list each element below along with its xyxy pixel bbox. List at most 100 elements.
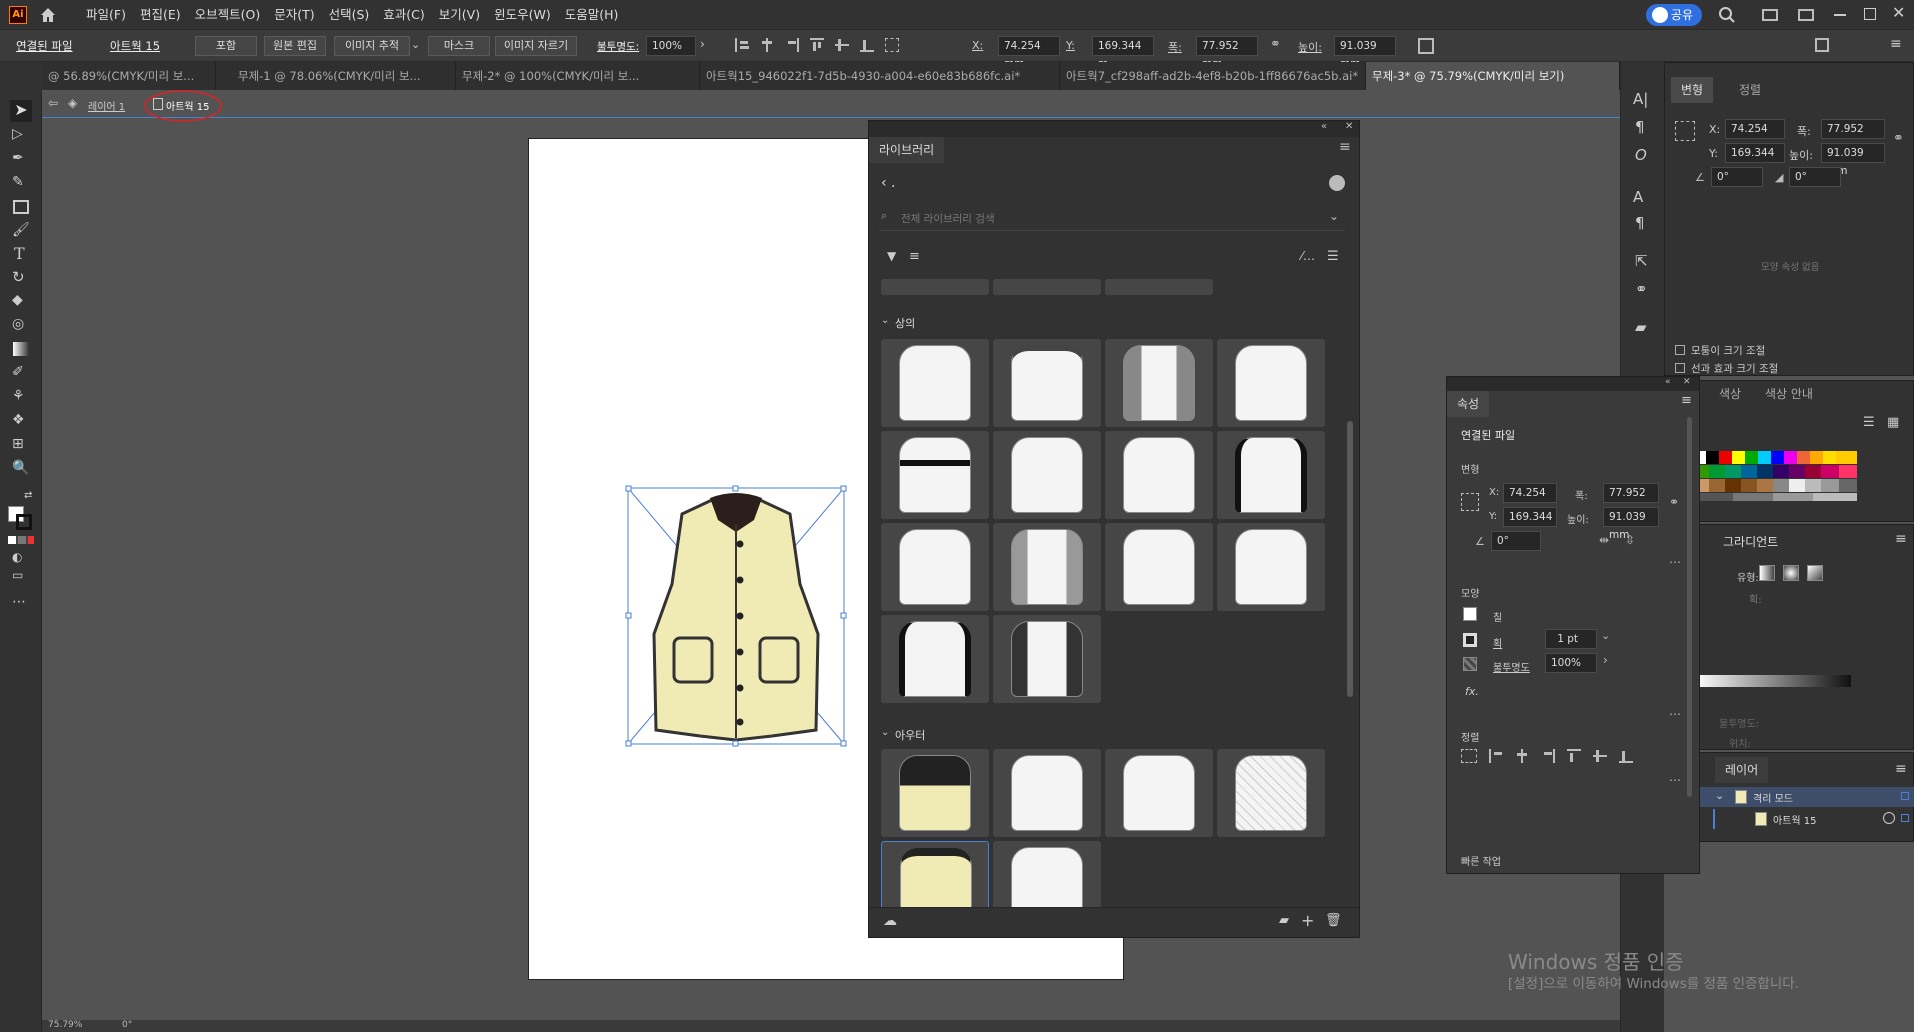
- type-tool-icon[interactable]: T: [14, 244, 25, 263]
- target-icon[interactable]: [1883, 812, 1895, 824]
- transform-w-field[interactable]: 77.952 mm: [1821, 119, 1885, 153]
- tab-color-guide[interactable]: 색상 안내: [1755, 381, 1823, 407]
- props-y-field[interactable]: 169.344 m: [1503, 507, 1557, 541]
- props-scrollbar[interactable]: [1687, 417, 1692, 797]
- library-item[interactable]: [993, 279, 1101, 295]
- linear-gradient-icon[interactable]: [1759, 565, 1775, 581]
- eyedropper-tool-icon[interactable]: ✐: [12, 364, 24, 380]
- collapse-icon[interactable]: «: [1665, 377, 1671, 387]
- gradient-tool-icon[interactable]: [13, 342, 29, 356]
- menu-view[interactable]: 보기(V): [439, 0, 480, 30]
- align-left-icon[interactable]: [1489, 749, 1503, 763]
- scale-strokes-checkbox[interactable]: [1675, 363, 1685, 373]
- stroke-swatch-icon[interactable]: [1463, 633, 1477, 647]
- library-item-outer[interactable]: [993, 749, 1101, 837]
- library-item-top[interactable]: [993, 523, 1101, 611]
- folder-icon[interactable]: ▰: [1279, 913, 1289, 928]
- add-icon[interactable]: +: [1301, 911, 1314, 930]
- tab-layers[interactable]: 레이어: [1715, 757, 1769, 783]
- library-item-top[interactable]: [1217, 431, 1325, 519]
- restore-icon[interactable]: [1864, 8, 1876, 20]
- tab-doc-5[interactable]: 아트웍7_cf298aff-ad2b-4ef8-b20b-1ff86676ac5…: [1060, 62, 1366, 90]
- align-middle-icon[interactable]: [1593, 749, 1607, 763]
- image-trace-button[interactable]: 이미지 추적: [334, 36, 410, 56]
- fill-swatch-icon[interactable]: [1463, 607, 1477, 621]
- share-button[interactable]: 공유: [1646, 4, 1702, 26]
- w-field[interactable]: 77.952 mm: [1196, 36, 1258, 70]
- swap-fill-stroke-icon[interactable]: ⇄: [24, 490, 32, 501]
- section-tops-label[interactable]: 상의: [895, 315, 915, 331]
- rectangle-tool-icon[interactable]: [13, 200, 29, 214]
- crop-image-button[interactable]: 이미지 자르기: [495, 36, 577, 56]
- comments-icon[interactable]: ▰: [1635, 318, 1647, 336]
- home-icon[interactable]: [38, 5, 58, 25]
- library-close-icon[interactable]: ✕: [1345, 121, 1353, 132]
- constrain-icon[interactable]: ⚭: [1893, 131, 1904, 146]
- section-outer-label[interactable]: 아우터: [895, 727, 925, 743]
- props-menu-icon[interactable]: ≡: [1681, 393, 1692, 408]
- grid-view-icon[interactable]: ▦: [1887, 415, 1899, 430]
- ref-point-icon[interactable]: [1461, 493, 1479, 511]
- radial-gradient-icon[interactable]: [1783, 565, 1799, 581]
- align-bottom-icon[interactable]: [860, 38, 874, 52]
- curvature-tool-icon[interactable]: ✎: [12, 174, 24, 190]
- stroke-swatch-icon[interactable]: [16, 514, 32, 530]
- symbol-sprayer-tool-icon[interactable]: ❖: [12, 412, 25, 428]
- gradient-menu-icon[interactable]: ≡: [1895, 531, 1907, 547]
- props-x-field[interactable]: 74.254 mm: [1503, 483, 1557, 517]
- menu-help[interactable]: 도움말(H): [565, 0, 619, 30]
- more-options-icon[interactable]: ⋯: [1669, 707, 1681, 721]
- zoom-tool-icon[interactable]: 🔍: [12, 460, 29, 476]
- section-chevron-icon[interactable]: ⌄: [881, 315, 889, 326]
- workspace-icon[interactable]: [1762, 9, 1778, 21]
- section-chevron-icon[interactable]: ⌄: [881, 727, 889, 738]
- library-item-top[interactable]: [1217, 523, 1325, 611]
- tab-doc-4[interactable]: 아트웍15_946022f1-7d5b-4930-a004-e60e83b686…: [700, 62, 1060, 90]
- library-item-top[interactable]: [1105, 523, 1213, 611]
- flip-horizontal-icon[interactable]: ⇹: [1599, 533, 1609, 547]
- more-options-icon[interactable]: ⋯: [1669, 773, 1681, 787]
- align-bottom-icon[interactable]: [1619, 749, 1633, 763]
- paintbrush-tool-icon[interactable]: 🖌: [12, 222, 30, 238]
- library-item-top[interactable]: [881, 615, 989, 703]
- chevron-right-icon[interactable]: ›: [1603, 653, 1608, 667]
- tab-color[interactable]: 색상: [1709, 381, 1751, 407]
- library-item-outer[interactable]: [1217, 749, 1325, 837]
- props-w-field[interactable]: 77.952 mm: [1603, 483, 1659, 517]
- para-style-icon[interactable]: ¶: [1635, 214, 1645, 232]
- tab-properties[interactable]: 속성: [1447, 391, 1490, 417]
- list-view-icon[interactable]: ☰: [1863, 415, 1875, 430]
- library-item-top[interactable]: [881, 431, 989, 519]
- library-tab[interactable]: 라이브러리: [869, 137, 945, 163]
- shear-field[interactable]: 0°: [1789, 167, 1841, 187]
- panel-menu-icon[interactable]: ≡: [1890, 36, 1902, 52]
- menu-effect[interactable]: 효과(C): [383, 0, 424, 30]
- export-icon[interactable]: ⇱: [1635, 252, 1648, 270]
- eraser-tool-icon[interactable]: ◆: [12, 292, 23, 308]
- transform-ref-icon[interactable]: [885, 38, 899, 52]
- char-style-icon[interactable]: A: [1633, 188, 1643, 206]
- mask-button[interactable]: 마스크: [428, 36, 490, 56]
- chevron-down-icon[interactable]: ⌄: [411, 38, 420, 51]
- color-mode-icons[interactable]: [8, 536, 34, 544]
- more-options-icon[interactable]: ⋯: [1669, 555, 1681, 569]
- library-user-icon[interactable]: [1329, 175, 1345, 191]
- layer-row-isolation[interactable]: ⌄ 격리 모드: [1693, 787, 1914, 807]
- minimize-icon[interactable]: [1834, 14, 1846, 16]
- library-item-top[interactable]: [1105, 339, 1213, 427]
- rotate-tool-icon[interactable]: ↻: [12, 268, 25, 286]
- back-arrow-icon[interactable]: ⇦: [48, 96, 58, 110]
- links-icon[interactable]: ⚭: [1635, 280, 1648, 298]
- pen-tool-icon[interactable]: ✒: [12, 150, 24, 166]
- layer-row-artwork[interactable]: 아트웍 15: [1693, 809, 1914, 829]
- align-center-icon[interactable]: [1515, 749, 1529, 763]
- fx-button[interactable]: fx.: [1465, 685, 1479, 698]
- scale-corners-checkbox[interactable]: [1675, 345, 1685, 355]
- tab-transform[interactable]: 변형: [1671, 77, 1714, 103]
- menu-window[interactable]: 윈도우(W): [494, 0, 551, 30]
- tab-align[interactable]: 정렬: [1729, 77, 1771, 103]
- character-icon[interactable]: A|: [1633, 90, 1648, 108]
- library-item-top[interactable]: [993, 615, 1101, 703]
- props-stroke-field[interactable]: 1 pt: [1545, 629, 1597, 649]
- search-icon[interactable]: [1718, 6, 1736, 24]
